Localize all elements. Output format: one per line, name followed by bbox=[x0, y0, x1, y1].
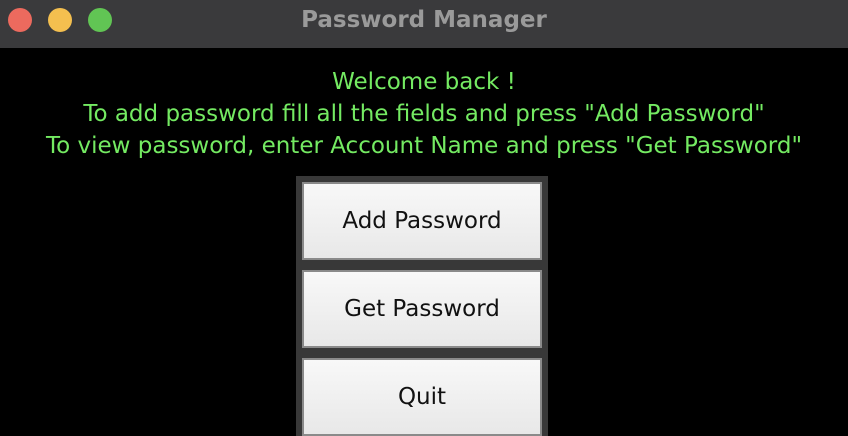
app-window: Password Manager Welcome back ! To add p… bbox=[0, 0, 848, 436]
quit-button[interactable]: Quit bbox=[302, 358, 542, 436]
view-instructions: To view password, enter Account Name and… bbox=[45, 133, 803, 159]
main-content: Welcome back ! To add password fill all … bbox=[0, 48, 848, 436]
button-panel: Add Password Get Password Quit bbox=[296, 176, 548, 436]
welcome-message: Welcome back ! bbox=[332, 69, 516, 95]
window-title: Password Manager bbox=[301, 7, 547, 33]
title-bar[interactable]: Password Manager bbox=[0, 0, 848, 48]
add-instructions: To add password fill all the fields and … bbox=[83, 101, 765, 127]
get-password-button[interactable]: Get Password bbox=[302, 270, 542, 348]
add-password-button[interactable]: Add Password bbox=[302, 182, 542, 260]
